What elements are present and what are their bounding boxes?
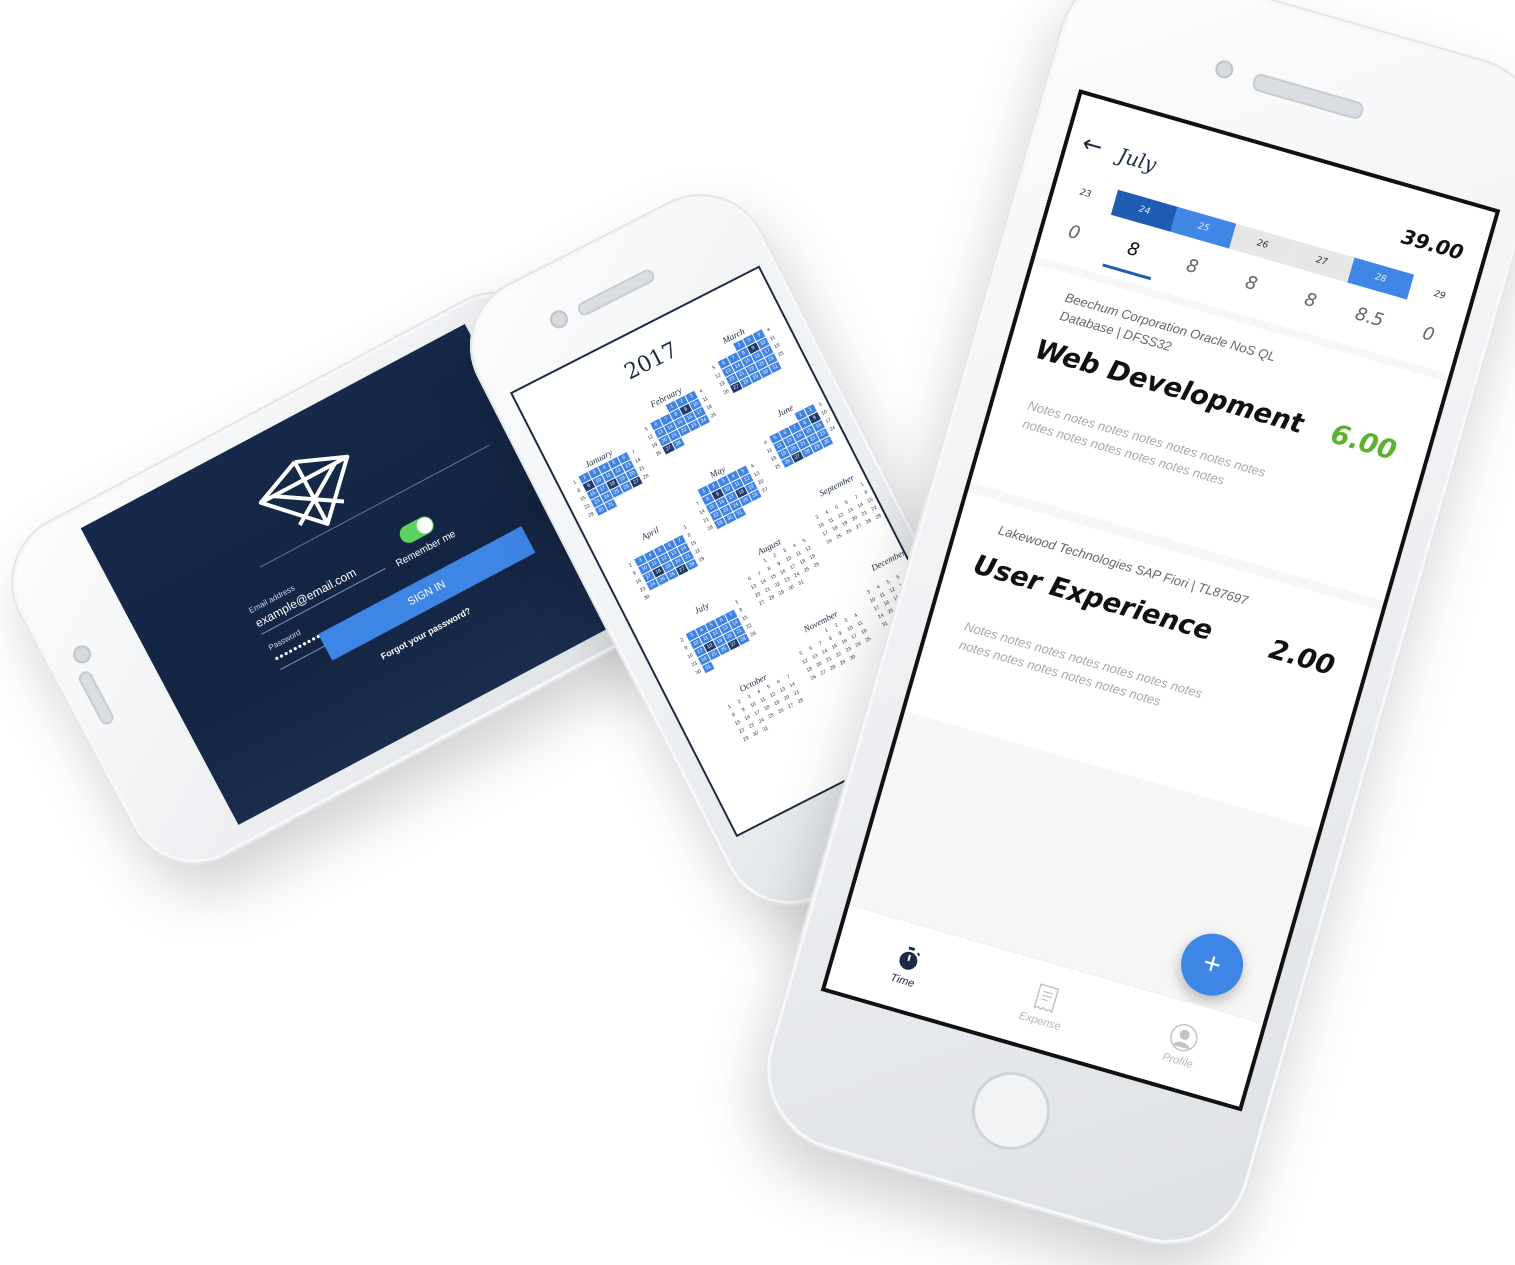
- week-day[interactable]: 27: [1288, 240, 1355, 283]
- tab-expense[interactable]: Expense: [963, 945, 1124, 1067]
- tab-time-label: Time: [888, 971, 916, 991]
- entry-hours: 2.00: [1265, 633, 1339, 683]
- month-block[interactable]: March 1 2 3 4 5 6 7 8 9 10 11 12 13 14 15 16 17 18 19 20 21 22…: [697, 314, 792, 399]
- back-arrow-icon[interactable]: ←: [1079, 129, 1106, 161]
- week-day[interactable]: 25: [1170, 206, 1237, 249]
- month-days: 1234567891011121314151617181920212223242…: [620, 522, 712, 604]
- month-block[interactable]: September 1 2 3 4 5 6 7 8 9 10 11 12 13 14 15 16 17 18 19 20…: [800, 463, 895, 548]
- calendar-day[interactable]: 2: [866, 474, 879, 486]
- month-block[interactable]: August 1 2 3 4 5 6 7 8 9 10 11 12 13 14 15 16 17 18 19 20 21 2…: [732, 525, 827, 610]
- camera-icon: [69, 642, 95, 667]
- month-days: 1234567891011121314151617181920212223242…: [807, 474, 895, 548]
- month-days: 1234567891011121314151617181920212223242…: [791, 610, 879, 684]
- month-block[interactable]: July 1 2 3 4 5 6 7 8 9 10 11 12 13 14 15 16 17 18 19 20 21 22 2…: [665, 586, 764, 679]
- month-block[interactable]: May 1 2 3 4 5 6 7 8 9 10 11 12 13 14 15 16 17 18 19 20 21 22 23…: [681, 450, 776, 535]
- month-days: 1234567891011121314151617181920212223242…: [739, 535, 827, 609]
- bottom-tab-bar: Time Expense Profile: [825, 904, 1263, 1107]
- month-block[interactable]: October 1 2 3 4 5 6 7 8 9 10 11 12 13 14 15 16 17 18 19 20 21…: [716, 661, 811, 746]
- calendar-day[interactable]: 30: [882, 506, 895, 518]
- speaker-icon: [1250, 72, 1366, 121]
- month-block[interactable]: November 1 2 3 4 5 6 7 8 9 10 11 12 13 14 15 16 17 18 19 20 2…: [784, 599, 879, 684]
- calendar-day[interactable]: 23: [878, 498, 891, 510]
- camera-icon: [1213, 58, 1236, 81]
- daily-hours[interactable]: 8: [1099, 224, 1168, 276]
- speaker-icon: [76, 668, 116, 727]
- calendar-day[interactable]: 16: [874, 490, 887, 502]
- week-day[interactable]: 23: [1052, 173, 1118, 215]
- timesheet-screen: ← July 39.00 23 24 25 26 27 28 29 0 8 8 8 8 8.5 0 Be…: [820, 89, 1501, 1112]
- month-days: 1234567891011121314151617181920212223242…: [569, 447, 657, 521]
- week-day[interactable]: 26: [1229, 223, 1296, 266]
- profile-icon: [1170, 1024, 1198, 1052]
- week-day[interactable]: 24: [1111, 189, 1178, 232]
- receipt-icon: [1033, 983, 1060, 1014]
- total-hours: 39.00: [1398, 224, 1467, 265]
- month-days: 1234567891011121314151617181920212223242…: [672, 597, 764, 679]
- entry-hours: 6.00: [1327, 418, 1400, 467]
- month-days: 1234567891011121314151617181920212223242…: [636, 386, 724, 460]
- month-block[interactable]: June 1 2 3 4 5 6 7 8 9 10 11 12 13 14 15 16 17 18 19 20 21 22 2…: [748, 388, 843, 473]
- month-days: 1234567891011121314151617181920212223242…: [723, 671, 811, 745]
- calendar-day[interactable]: 9: [870, 482, 883, 494]
- daily-hours[interactable]: 0: [1394, 309, 1463, 361]
- tab-expense-label: Expense: [1017, 1009, 1062, 1034]
- month-block[interactable]: February 1 2 3 4 5 6 7 8 9 10 11 12 13 14 15 16 17 18 19 20 2…: [629, 375, 724, 460]
- daily-hours[interactable]: 8: [1217, 258, 1286, 310]
- daily-hours[interactable]: 0: [1040, 208, 1109, 260]
- daily-hours[interactable]: 8: [1276, 275, 1345, 327]
- speaker-icon: [575, 267, 657, 318]
- stopwatch-icon: [899, 946, 920, 970]
- tab-time[interactable]: Time: [826, 905, 987, 1027]
- month-block[interactable]: April 1 2 3 4 5 6 7 8 9 10 11 12 13 14 15 16 17 18 19 20 21 22…: [613, 511, 712, 604]
- brand-logo-icon: [258, 454, 350, 526]
- week-day[interactable]: 28: [1347, 257, 1414, 300]
- month-title: July: [1115, 143, 1160, 177]
- month-days: 1234567891011121314151617181920212223242…: [688, 460, 776, 534]
- week-day[interactable]: 29: [1406, 274, 1472, 316]
- month-days: 1234567891011121314151617181920212223242…: [704, 324, 792, 398]
- daily-hours[interactable]: 8.5: [1335, 292, 1404, 344]
- month-days: 1234567891011121314151617181920212223242…: [755, 399, 843, 473]
- daily-hours[interactable]: 8: [1158, 241, 1227, 293]
- month-block[interactable]: January 1 2 3 4 5 6 7 8 9 10 11 12 13 14 15 16 17 18 19 20 21…: [561, 436, 656, 521]
- tab-profile[interactable]: Profile: [1101, 984, 1262, 1106]
- add-entry-button[interactable]: +: [1173, 926, 1251, 1004]
- camera-icon: [546, 307, 572, 332]
- calendar-year: 2017: [620, 337, 682, 386]
- home-button[interactable]: [962, 1062, 1060, 1160]
